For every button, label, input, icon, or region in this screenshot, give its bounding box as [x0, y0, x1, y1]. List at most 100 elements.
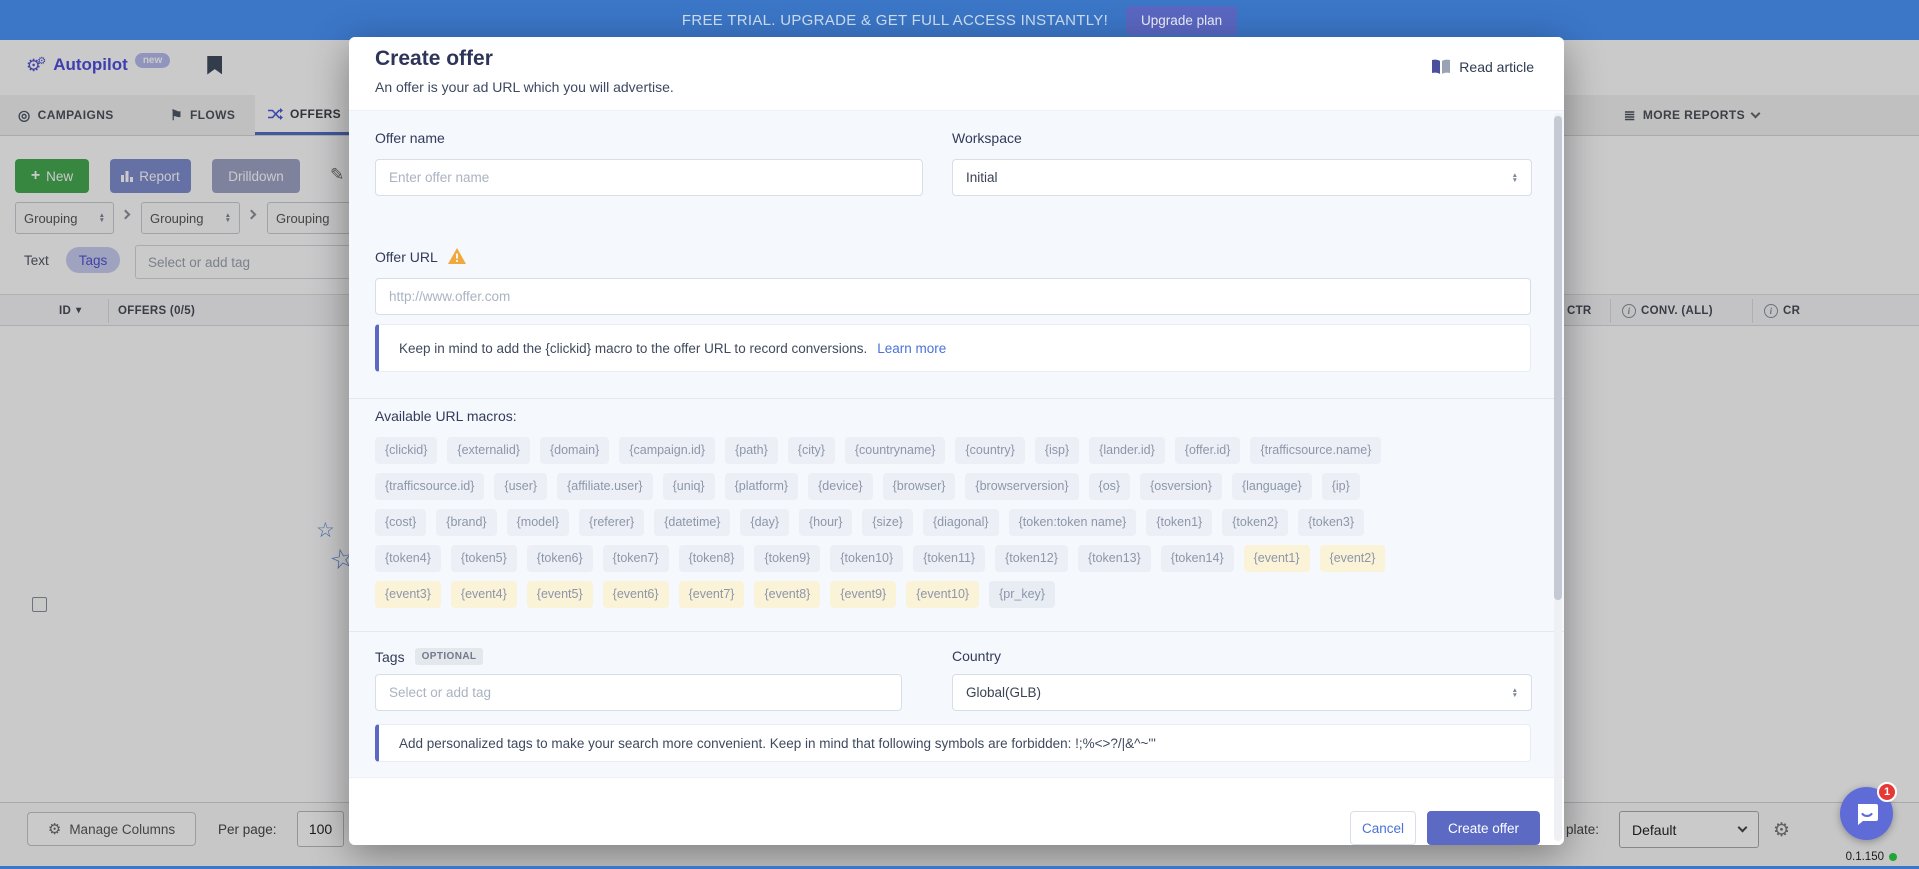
macro-chip[interactable]: {osversion} [1140, 473, 1222, 500]
macro-chip[interactable]: {size} [862, 509, 913, 536]
offer-url-input[interactable] [375, 278, 1531, 315]
macro-chip[interactable]: {token11} [913, 545, 985, 572]
macro-chip[interactable]: {campaign.id} [619, 437, 715, 464]
macro-chip[interactable]: {pr_key} [989, 581, 1055, 608]
macro-chip[interactable]: {token8} [679, 545, 745, 572]
macro-chip[interactable]: {token7} [603, 545, 669, 572]
chat-widget-button[interactable]: 1 [1840, 787, 1893, 840]
macro-chip[interactable]: {event3} [375, 581, 441, 608]
macro-chip[interactable]: {event4} [451, 581, 517, 608]
clickid-note: Keep in mind to add the {clickid} macro … [375, 324, 1531, 372]
macro-chip[interactable]: {token1} [1146, 509, 1212, 536]
macro-chip[interactable]: {hour} [799, 509, 852, 536]
macro-chip[interactable]: {browser} [883, 473, 956, 500]
macros-title: Available URL macros: [375, 408, 517, 424]
modal-title: Create offer [375, 47, 493, 71]
modal-header: Create offer An offer is your ad URL whi… [349, 37, 1564, 111]
macro-chip[interactable]: {referer} [579, 509, 644, 536]
macro-chip[interactable]: {platform} [725, 473, 799, 500]
create-offer-modal: Create offer An offer is your ad URL whi… [349, 37, 1564, 845]
tags-note: Add personalized tags to make your searc… [375, 724, 1531, 762]
macro-chip[interactable]: {offer.id} [1175, 437, 1241, 464]
macro-chip[interactable]: {user} [494, 473, 547, 500]
macro-chip[interactable]: {trafficsource.id} [375, 473, 484, 500]
macro-chip[interactable]: {event9} [830, 581, 896, 608]
country-label: Country [952, 648, 1001, 664]
macro-chip[interactable]: {trafficsource.name} [1250, 437, 1381, 464]
macro-chip[interactable]: {brand} [436, 509, 496, 536]
macro-chip[interactable]: {token:token name} [1009, 509, 1137, 536]
version-info: 0.1.150 [1846, 851, 1897, 863]
macro-chip[interactable]: {affiliate.user} [557, 473, 653, 500]
read-article-link[interactable]: Read article [1431, 59, 1534, 75]
offer-name-label: Offer name [375, 130, 445, 146]
macro-chip[interactable]: {token13} [1078, 545, 1151, 572]
macro-chip[interactable]: {event10} [906, 581, 979, 608]
macro-chip[interactable]: {event6} [603, 581, 669, 608]
macro-chip[interactable]: {datetime} [654, 509, 730, 536]
macro-chip[interactable]: {cost} [375, 509, 426, 536]
upgrade-plan-button[interactable]: Upgrade plan [1126, 6, 1237, 35]
macro-chip[interactable]: {event8} [754, 581, 820, 608]
create-offer-button[interactable]: Create offer [1427, 811, 1540, 845]
macro-chip[interactable]: {language} [1232, 473, 1312, 500]
trial-banner-text: FREE TRIAL. UPGRADE & GET FULL ACCESS IN… [682, 12, 1108, 29]
macro-chip[interactable]: {token5} [451, 545, 517, 572]
book-icon [1431, 59, 1451, 75]
trial-banner: FREE TRIAL. UPGRADE & GET FULL ACCESS IN… [0, 0, 1919, 40]
macro-chip[interactable]: {isp} [1035, 437, 1079, 464]
offer-url-label: Offer URL [375, 248, 466, 267]
macro-chip[interactable]: {token3} [1298, 509, 1364, 536]
macro-chip[interactable]: {token14} [1161, 545, 1234, 572]
modal-subtitle: An offer is your ad URL which you will a… [375, 79, 674, 95]
stepper-icon: ▲▼ [1512, 688, 1518, 698]
macro-chip[interactable]: {device} [808, 473, 872, 500]
macro-chip[interactable]: {diagonal} [923, 509, 999, 536]
macro-chip[interactable]: {path} [725, 437, 778, 464]
divider [349, 631, 1564, 632]
tags-input[interactable] [375, 674, 902, 711]
chat-icon [1854, 802, 1880, 826]
offer-name-input[interactable] [375, 159, 923, 196]
macro-chip[interactable]: {model} [507, 509, 569, 536]
modal-scrollbar-thumb[interactable] [1554, 116, 1562, 600]
macro-chip[interactable]: {token10} [830, 545, 903, 572]
chat-notification-badge: 1 [1877, 782, 1897, 802]
modal-footer: Cancel Create offer [349, 777, 1564, 845]
macro-chip[interactable]: {token6} [527, 545, 593, 572]
macro-chip[interactable]: {token9} [754, 545, 820, 572]
macro-chip[interactable]: {event1} [1244, 545, 1310, 572]
macro-chip[interactable]: {externalid} [447, 437, 530, 464]
macro-row: {event3} {event4} {event5} {event6} {event7}… [375, 581, 1055, 608]
macro-chip[interactable]: {lander.id} [1089, 437, 1165, 464]
macro-row: {trafficsource.id} {user} {affiliate.user}… [375, 473, 1360, 500]
macro-chip[interactable]: {os} [1089, 473, 1131, 500]
macro-row: {cost} {brand} {model} {referer} {datetime} {… [375, 509, 1364, 536]
macro-chip[interactable]: {country} [955, 437, 1024, 464]
macro-chip[interactable]: {event7} [679, 581, 745, 608]
macro-chip[interactable]: {event5} [527, 581, 593, 608]
macro-chip[interactable]: {city} [788, 437, 835, 464]
stepper-icon: ▲▼ [1512, 173, 1518, 183]
macro-chip[interactable]: {domain} [540, 437, 609, 464]
macro-row: {token4} {token5} {token6} {token7} {token8}… [375, 545, 1385, 572]
macro-chip[interactable]: {day} [740, 509, 789, 536]
divider [349, 398, 1564, 399]
macro-chip[interactable]: {token2} [1222, 509, 1288, 536]
macro-chip[interactable]: {browserversion} [965, 473, 1078, 500]
tags-label-row: Tags OPTIONAL [375, 648, 483, 665]
workspace-label: Workspace [952, 130, 1022, 146]
macro-chip[interactable]: {countryname} [845, 437, 946, 464]
macro-chip[interactable]: {ip} [1322, 473, 1360, 500]
macro-chip[interactable]: {uniq} [663, 473, 715, 500]
learn-more-link[interactable]: Learn more [877, 341, 946, 356]
workspace-select[interactable]: Initial ▲▼ [952, 159, 1532, 196]
cancel-button[interactable]: Cancel [1350, 811, 1416, 845]
status-dot [1889, 853, 1897, 861]
macro-chip[interactable]: {clickid} [375, 437, 437, 464]
macro-chip[interactable]: {event2} [1320, 545, 1386, 572]
macro-chip[interactable]: {token12} [995, 545, 1068, 572]
country-select[interactable]: Global(GLB) ▲▼ [952, 674, 1532, 711]
optional-badge: OPTIONAL [415, 648, 484, 665]
macro-chip[interactable]: {token4} [375, 545, 441, 572]
